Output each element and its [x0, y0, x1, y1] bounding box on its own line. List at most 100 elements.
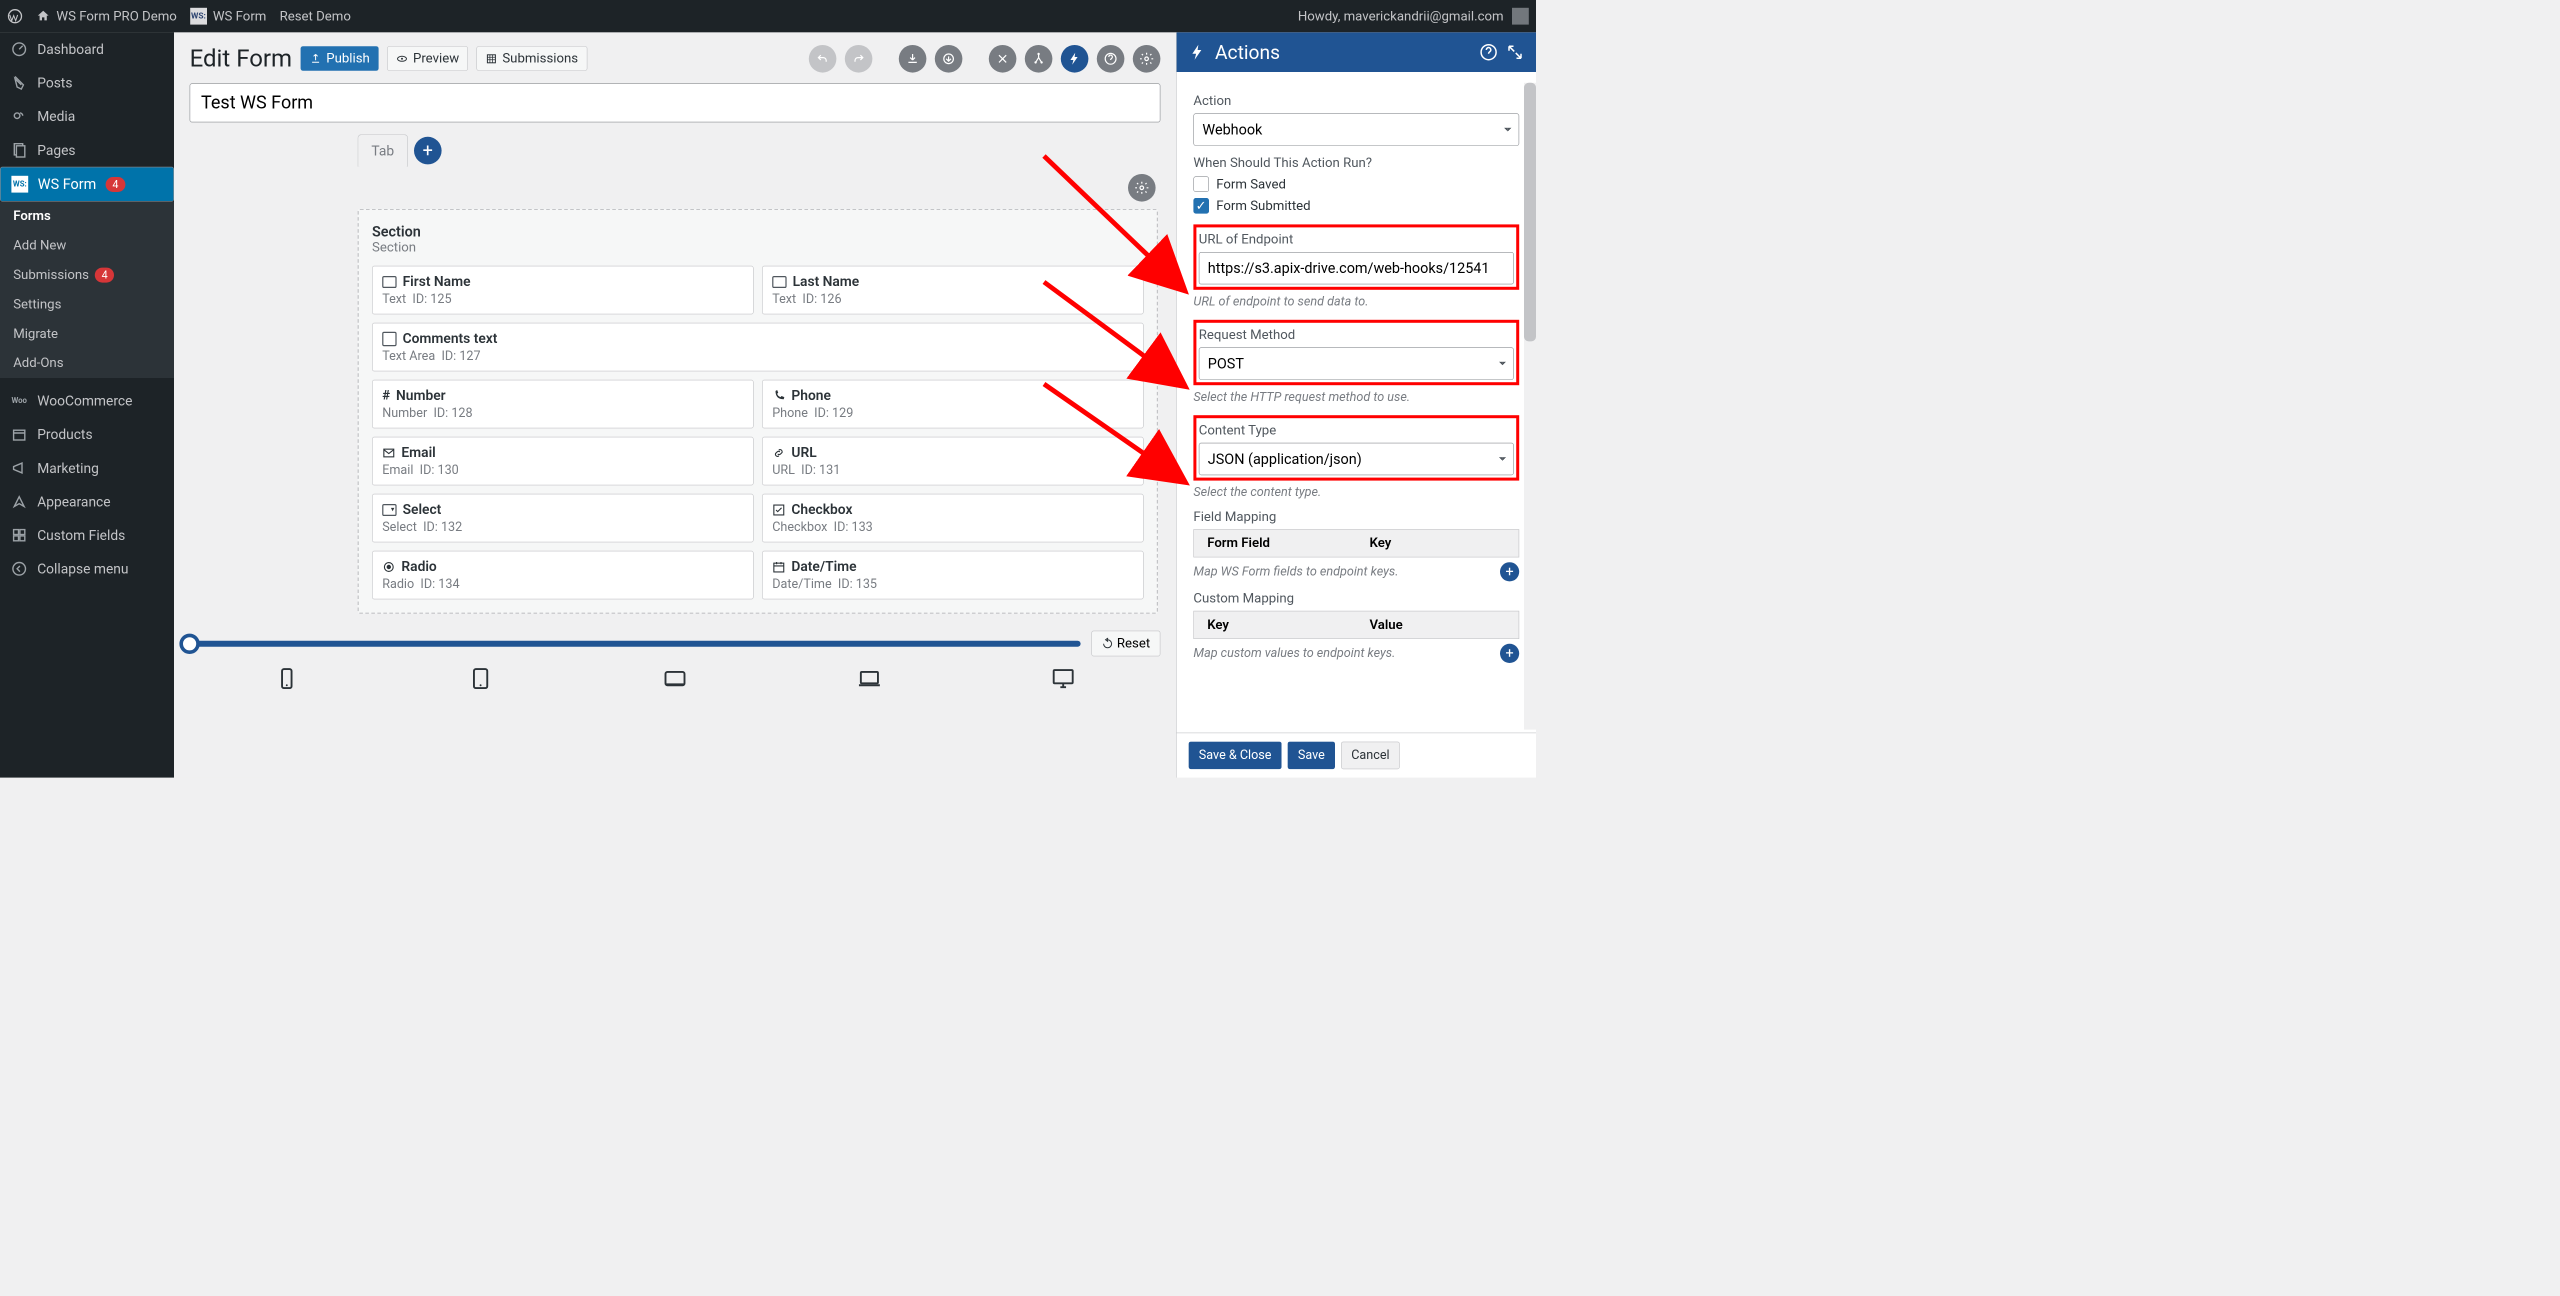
wp-admin-bar: WS Form PRO Demo WS:WS Form Reset Demo H…	[0, 0, 1536, 32]
submenu-migrate[interactable]: Migrate	[0, 319, 174, 348]
breakpoint-slider[interactable]	[190, 641, 1081, 647]
wsform-badge: 4	[106, 177, 125, 192]
device-desktop-icon[interactable]	[1052, 667, 1075, 690]
tools-button[interactable]	[989, 45, 1017, 73]
field-card[interactable]: EmailEmail ID: 130	[372, 437, 754, 486]
scrollbar-thumb[interactable]	[1524, 83, 1536, 342]
save-close-button[interactable]: Save & Close	[1189, 742, 1282, 770]
fieldmapping-header: Form Field Key	[1193, 529, 1519, 557]
ctype-label: Content Type	[1199, 423, 1514, 438]
custommapping-header: Key Value	[1193, 611, 1519, 639]
actions-button[interactable]	[1061, 45, 1089, 73]
field-label: URL	[791, 445, 816, 461]
conditional-button[interactable]	[1025, 45, 1053, 73]
add-tab-button[interactable]: +	[414, 137, 442, 165]
lightning-icon	[1189, 43, 1207, 61]
url-endpoint-input[interactable]	[1199, 252, 1514, 284]
wsform-bar-link[interactable]: WS:WS Form	[190, 8, 266, 25]
device-tablet-portrait-icon[interactable]	[469, 667, 492, 690]
field-header: Comments text	[382, 331, 1133, 347]
undo-button[interactable]	[809, 45, 837, 73]
tab-bar: Tab +	[358, 134, 1161, 166]
field-card[interactable]: PhonePhone ID: 129	[762, 380, 1144, 429]
submissions-badge: 4	[95, 268, 114, 283]
checkbox-form-saved[interactable]: Form Saved	[1193, 176, 1519, 192]
settings-button[interactable]	[1133, 45, 1161, 73]
submissions-button[interactable]: Submissions	[477, 46, 588, 71]
avatar[interactable]	[1512, 8, 1529, 25]
menu-appearance[interactable]: Appearance	[0, 485, 174, 519]
submenu-settings[interactable]: Settings	[0, 290, 174, 319]
device-tablet-landscape-icon[interactable]	[664, 667, 687, 690]
reset-demo-link[interactable]: Reset Demo	[280, 9, 351, 24]
device-mobile-icon[interactable]	[275, 667, 298, 690]
device-laptop-icon[interactable]	[858, 667, 881, 690]
wp-logo[interactable]	[7, 8, 23, 24]
form-canvas: Section Section First NameText ID: 125La…	[358, 209, 1158, 614]
save-button[interactable]: Save	[1288, 742, 1335, 770]
actions-panel-footer: Save & Close Save Cancel	[1177, 733, 1536, 778]
page-header: Edit Form Publish Preview Submissions	[190, 44, 1161, 72]
slider-thumb[interactable]	[179, 633, 199, 653]
field-card[interactable]: First NameText ID: 125	[372, 266, 754, 315]
import-button[interactable]	[899, 45, 927, 73]
menu-products[interactable]: Products	[0, 418, 174, 452]
redo-button[interactable]	[845, 45, 873, 73]
menu-wsform[interactable]: WS:WS Form4	[0, 167, 174, 202]
field-card[interactable]: ▾SelectSelect ID: 132	[372, 494, 754, 543]
field-header: Date/Time	[772, 559, 1133, 575]
help-button[interactable]	[1097, 45, 1125, 73]
submenu-addnew[interactable]: Add New	[0, 231, 174, 260]
submenu-forms[interactable]: Forms	[0, 202, 174, 231]
site-home[interactable]: WS Form PRO Demo	[36, 9, 177, 24]
url-label: URL of Endpoint	[1199, 232, 1514, 247]
field-card[interactable]: URLURL ID: 131	[762, 437, 1144, 486]
field-card[interactable]: Last NameText ID: 126	[762, 266, 1144, 315]
export-button[interactable]	[935, 45, 963, 73]
panel-help-icon[interactable]	[1480, 43, 1498, 61]
menu-posts[interactable]: Posts	[0, 66, 174, 100]
field-header: Checkbox	[772, 502, 1133, 518]
reset-slider-button[interactable]: Reset	[1091, 631, 1160, 657]
content-type-select[interactable]: JSON (application/json)	[1199, 443, 1514, 475]
menu-woocommerce[interactable]: WooWooCommerce	[0, 384, 174, 418]
field-label: Comments text	[403, 331, 498, 347]
menu-media[interactable]: Media	[0, 100, 174, 134]
request-method-group: Request Method POST	[1193, 320, 1519, 385]
action-select[interactable]: Webhook	[1193, 113, 1519, 145]
section-settings-button[interactable]	[1128, 174, 1156, 202]
tab-item[interactable]: Tab	[358, 134, 408, 166]
custommapping-hint: Map custom values to endpoint keys.	[1193, 646, 1494, 660]
field-header: Email	[382, 445, 743, 461]
panel-scrollbar[interactable]	[1524, 83, 1536, 730]
cancel-button[interactable]: Cancel	[1341, 742, 1400, 770]
menu-marketing[interactable]: Marketing	[0, 451, 174, 485]
field-label: First Name	[403, 274, 471, 290]
fieldmapping-hint: Map WS Form fields to endpoint keys.	[1193, 565, 1494, 579]
howdy-text[interactable]: Howdy, maverickandrii@gmail.com	[1298, 9, 1504, 24]
field-card[interactable]: CheckboxCheckbox ID: 133	[762, 494, 1144, 543]
field-card[interactable]: RadioRadio ID: 134	[372, 551, 754, 600]
url-hint: URL of endpoint to send data to.	[1193, 295, 1519, 309]
menu-pages[interactable]: Pages	[0, 133, 174, 167]
checkbox-form-submitted[interactable]: ✓Form Submitted	[1193, 198, 1519, 214]
menu-dashboard[interactable]: Dashboard	[0, 32, 174, 66]
menu-collapse[interactable]: Collapse menu	[0, 552, 174, 586]
fieldmapping-label: Field Mapping	[1193, 509, 1519, 524]
field-header: URL	[772, 445, 1133, 461]
submenu-addons[interactable]: Add-Ons	[0, 349, 174, 378]
field-label: Radio	[401, 559, 436, 575]
panel-expand-icon[interactable]	[1506, 43, 1524, 61]
field-card[interactable]: Date/TimeDate/Time ID: 135	[762, 551, 1144, 600]
publish-button[interactable]: Publish	[300, 46, 378, 71]
field-card[interactable]: #NumberNumber ID: 128	[372, 380, 754, 429]
submenu-submissions[interactable]: Submissions4	[0, 260, 174, 289]
add-custommapping-button[interactable]: +	[1500, 644, 1519, 663]
form-name-input[interactable]	[190, 83, 1161, 122]
field-card[interactable]: Comments textText Area ID: 127	[372, 323, 1144, 372]
request-method-select[interactable]: POST	[1199, 347, 1514, 379]
preview-button[interactable]: Preview	[387, 46, 468, 71]
ws-icon: WS:	[11, 176, 28, 193]
add-fieldmapping-button[interactable]: +	[1500, 562, 1519, 581]
menu-customfields[interactable]: Custom Fields	[0, 518, 174, 552]
